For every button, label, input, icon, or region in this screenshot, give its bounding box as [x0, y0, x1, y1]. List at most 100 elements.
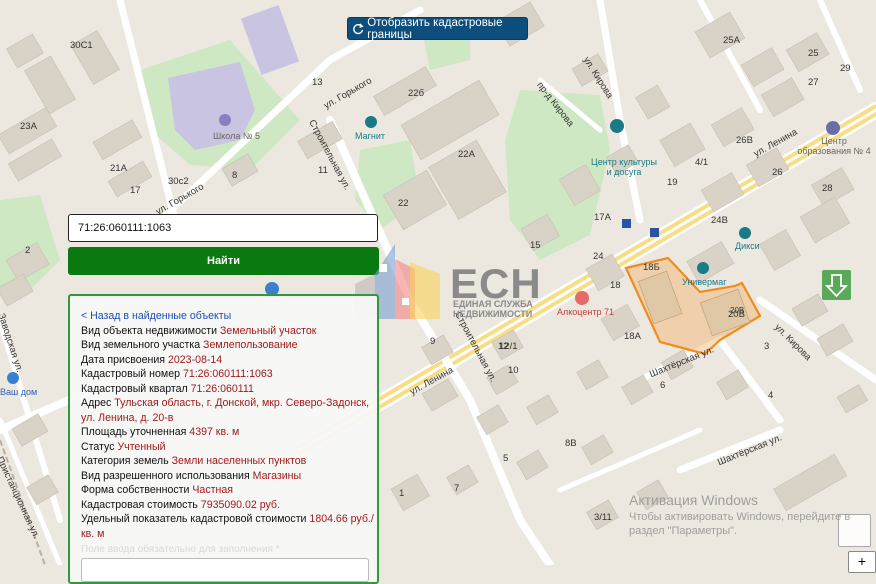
result-field-value: Магазины [252, 469, 302, 482]
result-field-value: 71:26:060111 [190, 382, 254, 395]
house-number: 22б [408, 88, 425, 99]
house-number: 26 [772, 167, 783, 178]
windows-activation-title: Активация Windows [629, 492, 759, 508]
result-field-label: Площадь уточненная [81, 426, 187, 438]
result-field-label: Кадастровый номер [81, 368, 180, 380]
poi-shop[interactable]: Ваш дом [0, 387, 37, 397]
result-field-row: Дата присвоения 2023-08-14 [81, 353, 377, 368]
house-number: 22 [398, 198, 409, 209]
house-number: 22А [458, 149, 475, 160]
result-field-value: 7935090.02 руб. [200, 498, 280, 511]
house-number: 6 [660, 380, 666, 391]
house-number: 17А [594, 212, 611, 223]
find-button[interactable]: Найти [68, 247, 379, 275]
result-field-row: Вид разрешенного использования Магазины [81, 469, 377, 484]
download-button[interactable] [822, 270, 851, 300]
result-field-value: Землепользование [203, 339, 298, 351]
poi-magnit[interactable]: Магнит [355, 131, 385, 141]
poi-school[interactable]: Школа № 5 [213, 131, 260, 141]
result-field-label: Дата присвоения [81, 353, 166, 366]
result-field-value: Земли населенных пунктов [171, 455, 307, 467]
house-number: 3 [764, 341, 770, 352]
arrow-down-icon [824, 274, 849, 298]
panel-input-field[interactable] [81, 558, 369, 582]
house-number: 19 [667, 177, 678, 188]
house-number: 21А [110, 163, 127, 174]
house-number: 2 [25, 245, 31, 256]
house-number: 30С1 [70, 40, 93, 51]
house-number: 28 [822, 183, 833, 194]
house-number: 27 [808, 77, 819, 88]
parcel-label[interactable]: 20В [730, 306, 744, 315]
house-number: 18Б [643, 262, 660, 273]
result-field-row: Форма собственности Частная [81, 483, 377, 498]
result-field-value: 2023-08-14 [168, 353, 223, 366]
cadastral-search-input[interactable] [68, 214, 378, 242]
result-field-value: 71:26:060111:1063 [182, 368, 273, 380]
house-number: 23А [20, 121, 37, 132]
result-field-row: Площадь уточненная 4397 кв. м [81, 425, 377, 440]
result-field-row: Вид объекта недвижимости Земельный участ… [81, 324, 377, 339]
house-number: 18 [610, 280, 621, 291]
poi-education[interactable]: Центр образования № 4 [796, 136, 872, 156]
result-field-label: Форма собственности [81, 484, 190, 496]
poi-culture[interactable]: Центр культуры и досуга [590, 157, 658, 177]
result-field-row: Кадастровый номер 71:26:060111:1063 [81, 367, 377, 382]
zoom-in-button[interactable]: + [848, 551, 876, 573]
house-number: 12/1 [499, 341, 518, 352]
show-cadastral-borders-button[interactable]: Отобразить кадастровые границы [347, 16, 528, 41]
result-field-value: Тульская область, г. Донской, мкр. Север… [81, 397, 370, 424]
result-field-label: Вид земельного участка [81, 339, 201, 351]
result-field-value: Учтенный [117, 440, 166, 453]
windows-activation-text: Чтобы активировать Windows, перейдите вр… [629, 511, 851, 537]
result-field-label: Кадастровый квартал [81, 382, 188, 395]
house-number: 17 [130, 185, 141, 196]
house-number: 5 [503, 453, 509, 464]
house-number: 3/11 [594, 512, 612, 523]
result-field-row: Статус Учтенный [81, 440, 377, 455]
result-field-row: Кадастровый квартал 71:26:060111 [81, 382, 377, 397]
result-field-label: Удельный показатель кадастровой стоимост… [81, 513, 307, 525]
house-number: 8В [565, 438, 577, 449]
poi-univermag[interactable]: Универмаг [682, 277, 726, 287]
result-field-label: Категория земель [81, 455, 169, 467]
house-number: 7 [454, 483, 460, 494]
result-panel: < Назад в найденные объекты Вид объекта … [68, 294, 379, 584]
house-number: 24В [711, 215, 728, 226]
show-cadastral-borders-label: Отобразить кадастровые границы [367, 16, 503, 41]
house-number: 9 [430, 336, 436, 347]
house-number: 4/1 [695, 157, 709, 168]
result-field-row: Адрес Тульская область, г. Донской, мкр.… [81, 396, 377, 425]
house-number: 24 [593, 251, 604, 262]
house-number: 11 [318, 165, 328, 176]
house-number: 30с2 [168, 176, 189, 187]
house-number: 25 [808, 48, 819, 59]
result-field-label: Вид разрешенного использования [81, 469, 250, 482]
house-number: 8 [232, 170, 238, 181]
house-number: 10 [508, 365, 519, 376]
result-field-row: Удельный показатель кадастровой стоимост… [81, 512, 377, 541]
house-number: 25А [723, 35, 740, 46]
house-number: 15 [530, 240, 541, 251]
result-field-row: Вид земельного участка Землепользование [81, 338, 377, 353]
poi-diksi[interactable]: Дикси [735, 241, 760, 251]
result-fields: Вид объекта недвижимости Земельный участ… [81, 324, 377, 542]
result-field-value: Земельный участок [220, 324, 317, 337]
refresh-icon [353, 22, 364, 34]
required-field-hint: Поле ввода обязательно для заполнения * [81, 544, 280, 555]
result-field-value: Частная [192, 484, 233, 496]
result-field-label: Адрес [81, 397, 112, 409]
house-number: 29 [840, 63, 851, 74]
house-number: 1 [399, 488, 405, 499]
poi-alkocentr[interactable]: Алкоцентр 71 [557, 307, 614, 317]
result-field-label: Вид объекта недвижимости [81, 324, 218, 337]
result-field-row: Кадастровая стоимость 7935090.02 руб. [81, 498, 377, 513]
house-number: 13 [312, 77, 323, 88]
back-to-results-link[interactable]: < Назад в найденные объекты [81, 309, 377, 324]
house-number: 18А [624, 331, 641, 342]
result-field-label: Статус [81, 440, 115, 453]
result-field-row: Категория земель Земли населенных пункто… [81, 454, 377, 469]
house-number: 4 [768, 390, 774, 401]
esn-logo-subtitle: ЕДИНАЯ СЛУЖБА НЕДВИЖИМОСТИ [453, 299, 533, 319]
esn-logo-text: ЕСН ЕДИНАЯ СЛУЖБА НЕДВИЖИМОСТИ [450, 263, 542, 320]
